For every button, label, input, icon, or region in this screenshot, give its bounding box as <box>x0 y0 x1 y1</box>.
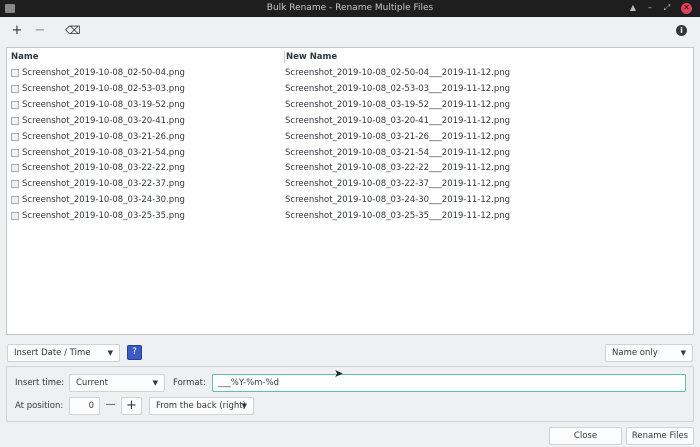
table-row[interactable]: Screenshot_2019-10-08_02-53-03.png Screen… <box>7 81 693 97</box>
file-name: Screenshot_2019-10-08_02-53-03.png <box>22 83 185 94</box>
decrement-button[interactable]: — <box>100 397 121 415</box>
chevron-down-icon: ▼ <box>241 402 247 410</box>
new-file-name: Screenshot_2019-10-08_02-50-04___2019-11… <box>285 68 511 78</box>
new-file-name: Screenshot_2019-10-08_03-22-37___2019-11… <box>285 179 511 190</box>
format-input[interactable]: ___%Y-%m-%d <box>212 374 686 392</box>
file-name: Screenshot_2019-10-08_03-21-54.png <box>22 147 185 158</box>
column-header-name[interactable]: Name <box>11 52 38 62</box>
column-divider[interactable] <box>284 51 285 63</box>
insert-time-value: Current <box>76 378 108 388</box>
file-icon <box>11 100 19 109</box>
file-name: Screenshot_2019-10-08_03-25-35.png <box>22 211 185 222</box>
file-icon <box>11 180 19 189</box>
file-name: Screenshot_2019-10-08_03-21-26.png <box>22 131 185 142</box>
new-file-name: Screenshot_2019-10-08_02-53-03___2019-11… <box>285 83 511 94</box>
add-button[interactable]: + <box>10 24 24 38</box>
scope-value: Name only <box>612 348 658 358</box>
file-icon <box>11 196 19 205</box>
table-row[interactable]: Screenshot_2019-10-08_03-24-30.png Screen… <box>7 192 693 208</box>
new-file-name: Screenshot_2019-10-08_03-22-22___2019-11… <box>285 163 511 174</box>
file-icon <box>11 116 19 125</box>
file-name: Screenshot_2019-10-08_02-50-04.png <box>22 68 185 78</box>
new-file-name: Screenshot_2019-10-08_03-21-26___2019-11… <box>285 131 511 142</box>
rename-files-button[interactable]: Rename Files <box>626 427 694 445</box>
column-header-new-name[interactable]: New Name <box>286 52 337 62</box>
direction-combo[interactable]: From the back (right) ▼ <box>149 397 254 415</box>
remove-button[interactable]: − <box>33 24 47 38</box>
rename-mode-value: Insert Date / Time <box>14 348 91 358</box>
table-row[interactable]: Screenshot_2019-10-08_03-20-41.png Screen… <box>7 113 693 129</box>
close-window-button[interactable]: ✕ <box>681 3 692 14</box>
title-bar: Bulk Rename - Rename Multiple Files ▲ – … <box>0 0 700 17</box>
file-icon <box>11 132 19 141</box>
file-icon <box>11 164 19 173</box>
chevron-down-icon: ▼ <box>107 349 113 357</box>
scope-combo[interactable]: Name only ▼ <box>605 344 693 362</box>
table-row[interactable]: Screenshot_2019-10-08_03-22-22.png Screen… <box>7 160 693 176</box>
table-row[interactable]: Screenshot_2019-10-08_03-21-54.png Screen… <box>7 145 693 161</box>
close-button[interactable]: Close <box>549 427 622 445</box>
position-input[interactable]: 0 <box>69 397 100 415</box>
table-row[interactable]: Screenshot_2019-10-08_03-21-26.png Screen… <box>7 129 693 145</box>
file-name: Screenshot_2019-10-08_03-19-52.png <box>22 99 185 110</box>
new-file-name: Screenshot_2019-10-08_03-19-52___2019-11… <box>285 99 511 110</box>
file-name: Screenshot_2019-10-08_03-20-41.png <box>22 115 185 126</box>
new-file-name: Screenshot_2019-10-08_03-25-35___2019-11… <box>285 211 511 222</box>
insert-time-combo[interactable]: Current ▼ <box>69 374 165 392</box>
table-row[interactable]: Screenshot_2019-10-08_03-22-37.png Screen… <box>7 176 693 192</box>
new-file-name: Screenshot_2019-10-08_03-20-41___2019-11… <box>285 115 511 126</box>
table-row[interactable]: Screenshot_2019-10-08_03-19-52.png Screen… <box>7 97 693 113</box>
keep-above-icon[interactable]: ▲ <box>628 3 638 13</box>
file-icon <box>11 69 19 77</box>
chevron-down-icon: ▼ <box>152 379 158 387</box>
position-label: At position: <box>15 401 64 411</box>
file-name: Screenshot_2019-10-08_03-24-30.png <box>22 195 185 206</box>
chevron-down-icon: ▼ <box>680 349 686 357</box>
file-icon <box>11 148 19 157</box>
minimize-button[interactable]: – <box>645 3 655 13</box>
clear-list-icon[interactable]: ⌫ <box>65 24 81 38</box>
file-name: Screenshot_2019-10-08_03-22-22.png <box>22 163 185 174</box>
rename-mode-combo[interactable]: Insert Date / Time ▼ <box>7 344 120 362</box>
file-list[interactable]: Name New Name Screenshot_2019-10-08_02-5… <box>6 47 694 335</box>
mouse-cursor-icon: ➤ <box>334 367 344 380</box>
new-file-name: Screenshot_2019-10-08_03-21-54___2019-11… <box>285 147 511 158</box>
help-button[interactable]: ? <box>127 345 142 360</box>
table-row[interactable]: Screenshot_2019-10-08_02-50-04.png Screen… <box>7 65 693 81</box>
increment-button[interactable]: + <box>121 397 142 415</box>
maximize-button[interactable]: ⤢ <box>662 3 672 13</box>
new-file-name: Screenshot_2019-10-08_03-24-30___2019-11… <box>285 195 511 206</box>
direction-value: From the back (right) <box>156 401 246 411</box>
window-title: Bulk Rename - Rename Multiple Files <box>266 3 434 13</box>
format-label: Format: <box>173 378 206 388</box>
table-row[interactable]: Screenshot_2019-10-08_03-25-35.png Screen… <box>7 208 693 224</box>
file-name: Screenshot_2019-10-08_03-22-37.png <box>22 179 185 190</box>
file-icon <box>11 212 19 221</box>
insert-time-label: Insert time: <box>15 378 65 388</box>
info-icon[interactable]: i <box>676 25 687 36</box>
file-icon <box>11 84 19 93</box>
